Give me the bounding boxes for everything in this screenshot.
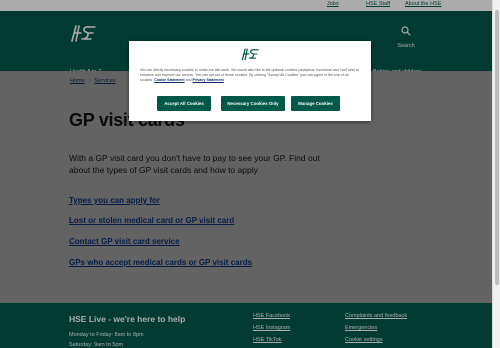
- cookie-description: We use strictly necessary cookies to mak…: [140, 68, 360, 83]
- hse-logo-icon: [241, 48, 259, 61]
- privacy-statement-link[interactable]: Privacy Statement: [193, 78, 224, 82]
- necessary-cookies-only-button[interactable]: Necessary Cookies Only: [221, 96, 285, 111]
- cookie-consent-dialog: We use strictly necessary cookies to mak…: [129, 41, 371, 121]
- manage-cookies-button[interactable]: Manage Cookies: [291, 96, 340, 111]
- cookie-statement-link[interactable]: Cookie Statement: [154, 78, 184, 82]
- accept-all-cookies-button[interactable]: Accept All Cookies: [157, 96, 211, 111]
- cookie-and-text: and: [185, 78, 192, 82]
- scrollbar-thumb[interactable]: [495, 10, 499, 285]
- scrollbar[interactable]: [492, 0, 500, 348]
